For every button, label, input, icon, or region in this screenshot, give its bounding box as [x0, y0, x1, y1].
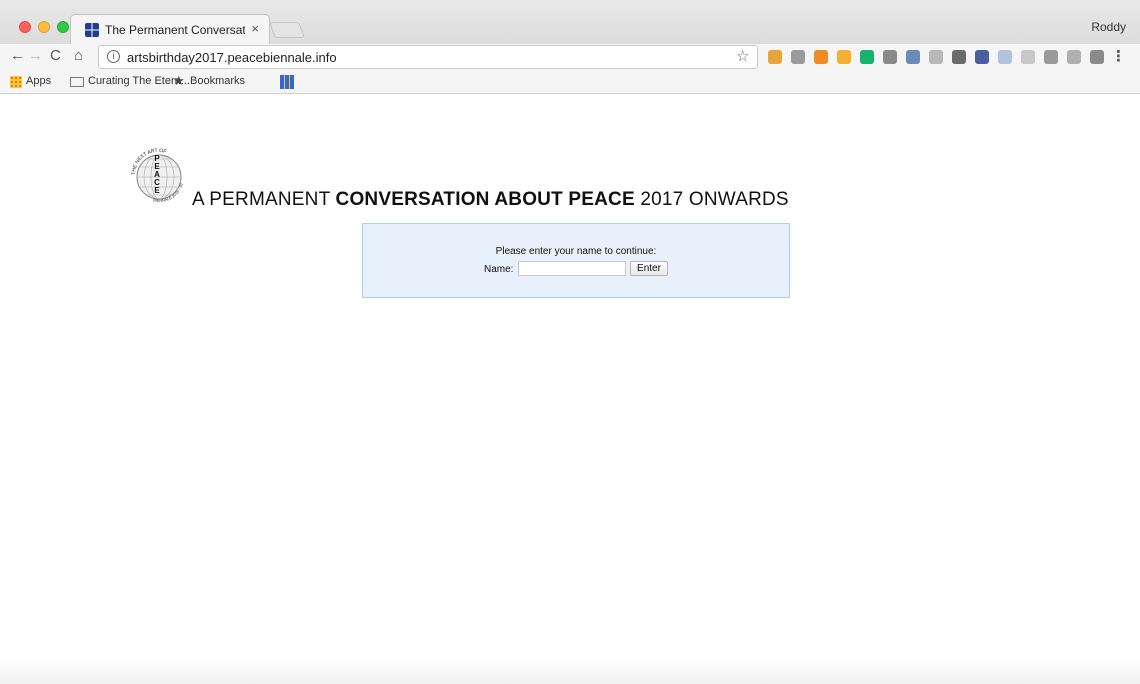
url-text[interactable]: artsbirthday2017.peacebiennale.info	[127, 50, 337, 65]
chart-icon[interactable]	[814, 50, 828, 64]
eye-icon[interactable]	[883, 50, 897, 64]
name-label: Name:	[484, 264, 514, 275]
name-input[interactable]	[518, 261, 626, 276]
feather-icon[interactable]	[998, 50, 1012, 64]
bookmark-apps[interactable]: Apps	[26, 75, 51, 87]
save-icon[interactable]	[929, 50, 943, 64]
bookmark-star-icon[interactable]: ☆	[736, 47, 749, 65]
headline-bold: CONVERSATION ABOUT PEACE	[335, 189, 635, 210]
site-info-icon[interactable]: i	[107, 50, 120, 63]
flag-icon[interactable]	[768, 50, 782, 64]
person-icon[interactable]	[1090, 50, 1104, 64]
reload-icon[interactable]: C	[50, 47, 61, 64]
headline-part1: A PERMANENT	[192, 189, 336, 210]
folder-icon	[70, 77, 84, 87]
site-favicon-icon	[85, 23, 99, 37]
browser-tab-active[interactable]: The Permanent Conversation A ×	[70, 14, 270, 44]
minimize-window-button[interactable]	[38, 21, 50, 33]
headline-part2: 2017 ONWARDS	[634, 189, 789, 210]
address-bar[interactable]: i artsbirthday2017.peacebiennale.info	[98, 45, 758, 69]
camera-icon[interactable]	[791, 50, 805, 64]
forward-arrow-icon[interactable]: →	[28, 47, 43, 64]
page-bottom-edge	[0, 660, 1140, 684]
bookmark-bookmarks[interactable]: Bookmarks	[190, 75, 245, 87]
enter-button[interactable]: Enter	[630, 261, 668, 276]
clipboard-icon[interactable]	[1067, 50, 1081, 64]
globe-icon[interactable]	[1044, 50, 1058, 64]
apps-grid-icon[interactable]	[10, 76, 22, 88]
peace-biennale-logo: THE NEXT ART OF: BIENNALE 2016 - 2017 P …	[127, 143, 184, 203]
shield-icon[interactable]	[837, 50, 851, 64]
image-icon[interactable]	[1021, 50, 1035, 64]
tab-title: The Permanent Conversation A	[105, 23, 245, 37]
bookmarks-bar: Apps Curating The Etern... ★ Bookmarks	[0, 70, 1140, 94]
browser-toolbar: ← → C ⌂ i artsbirthday2017.peacebiennale…	[0, 44, 1140, 70]
crop-icon[interactable]	[952, 50, 966, 64]
star-icon: ★	[173, 73, 185, 88]
grammarly-icon[interactable]	[860, 50, 874, 64]
profile-name[interactable]: Roddy	[1091, 20, 1126, 34]
tab-close-icon[interactable]: ×	[251, 21, 259, 36]
grid-bookmark-icon[interactable]	[280, 75, 294, 89]
close-window-button[interactable]	[19, 21, 31, 33]
name-prompt: Please enter your name to continue:	[495, 246, 657, 257]
book-icon[interactable]	[975, 50, 989, 64]
maximize-window-button[interactable]	[57, 21, 69, 33]
window-titlebar: The Permanent Conversation A × Roddy	[0, 0, 1140, 44]
page-headline: A PERMANENT CONVERSATION ABOUT PEACE 201…	[192, 189, 789, 211]
name-entry-box: Please enter your name to continue: Name…	[362, 223, 790, 298]
home-icon[interactable]: ⌂	[74, 47, 83, 64]
download-icon[interactable]	[906, 50, 920, 64]
back-arrow-icon[interactable]: ←	[10, 47, 25, 64]
logo-letter: E	[154, 186, 160, 195]
new-tab-button[interactable]	[269, 22, 305, 38]
browser-menu-icon[interactable]: ⋮	[1111, 47, 1126, 65]
